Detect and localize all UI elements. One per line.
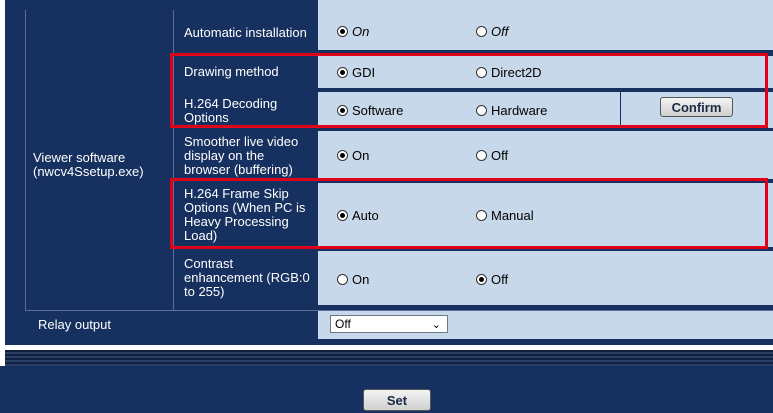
radio-auto-install-off[interactable]: Off: [476, 23, 509, 39]
radio-contrast-on[interactable]: On: [337, 271, 370, 287]
option-label: Off: [491, 271, 509, 287]
radio-smoother-off[interactable]: Off: [476, 147, 509, 163]
option-label: On: [352, 23, 370, 39]
radio-selected-icon: [337, 149, 348, 161]
relay-output-label: Relay output: [38, 317, 111, 332]
row-smoother-live: [318, 131, 773, 179]
highlight-box: [170, 178, 768, 249]
row-label-contrast: Contrast enhancement (RGB:0 to 255): [184, 256, 310, 299]
row-label-smoother-live: Smoother live video display on the brows…: [184, 134, 299, 177]
relay-output-select[interactable]: Off ⌄: [330, 315, 448, 333]
row-label-automatic-installation: Automatic installation: [184, 25, 307, 40]
footer-separator: [5, 350, 773, 366]
highlight-box: [170, 53, 768, 128]
radio-contrast-off[interactable]: Off: [476, 271, 509, 287]
radio-smoother-on[interactable]: On: [337, 147, 370, 163]
radio-auto-install-on[interactable]: On: [337, 23, 370, 39]
radio-icon: [476, 25, 487, 37]
radio-selected-icon: [476, 273, 487, 285]
viewer-software-label: Viewer software (nwcv4Ssetup.exe): [33, 150, 144, 179]
radio-icon: [476, 149, 487, 161]
option-label: Off: [491, 147, 509, 163]
option-label: Off: [491, 23, 509, 39]
row-automatic-installation: [318, 10, 773, 50]
group-left-border: [25, 10, 26, 310]
relay-output-value: Off: [335, 317, 351, 331]
row-contrast: [318, 251, 773, 305]
option-label: On: [352, 147, 370, 163]
chevron-down-icon: ⌄: [431, 319, 441, 331]
radio-icon: [337, 273, 348, 285]
option-label: On: [352, 271, 370, 287]
radio-selected-icon: [337, 25, 348, 37]
top-border: [318, 0, 773, 10]
set-button[interactable]: Set: [363, 389, 431, 411]
